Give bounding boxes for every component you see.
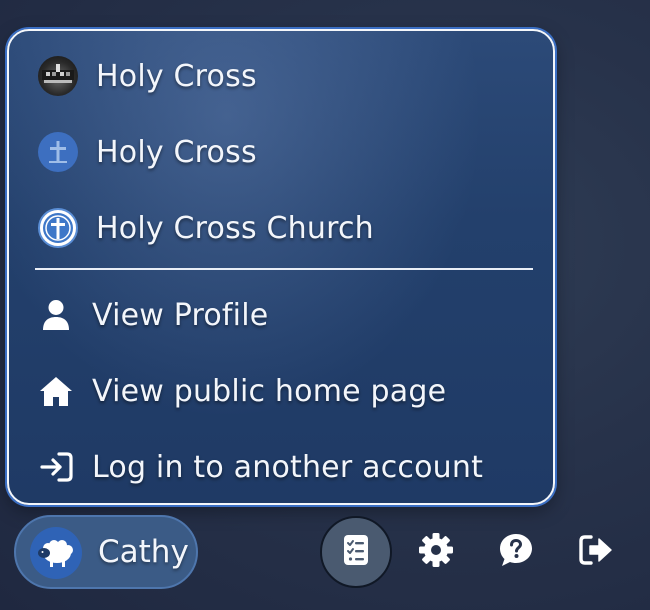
- user-menu-button[interactable]: Cathy: [14, 515, 198, 589]
- cross-circle-avatar: [38, 208, 78, 248]
- log-in-another-account-label: Log in to another account: [92, 449, 484, 485]
- log-in-another-account-item[interactable]: Log in to another account: [9, 437, 553, 497]
- help-button[interactable]: [486, 522, 546, 582]
- account-label: Holy Cross Church: [96, 210, 374, 246]
- account-item-holy-cross-2[interactable]: Holy Cross: [9, 122, 553, 182]
- account-item-holy-cross-church[interactable]: Holy Cross Church: [9, 198, 553, 258]
- view-public-home-page-label: View public home page: [92, 373, 447, 409]
- login-icon: [38, 449, 74, 485]
- checklist-icon: [343, 534, 369, 570]
- settings-button[interactable]: [406, 522, 466, 582]
- view-public-home-page-item[interactable]: View public home page: [9, 361, 553, 421]
- user-name: Cathy: [98, 534, 189, 570]
- logout-button[interactable]: [566, 522, 626, 582]
- view-profile-label: View Profile: [92, 297, 269, 333]
- account-item-holy-cross-1[interactable]: Holy Cross: [9, 46, 553, 106]
- home-icon: [38, 373, 74, 409]
- menu-divider: [35, 268, 533, 270]
- account-label: Holy Cross: [96, 134, 257, 170]
- church-photo-avatar: [38, 56, 78, 96]
- checklist-button[interactable]: [320, 516, 392, 588]
- view-profile-item[interactable]: View Profile: [9, 285, 553, 345]
- account-label: Holy Cross: [96, 58, 257, 94]
- account-switcher-menu: Holy Cross Holy Cross Holy Cross Church: [7, 29, 555, 505]
- sheep-avatar: [30, 527, 82, 579]
- help-icon: [498, 532, 534, 572]
- cross-blue-avatar: [38, 132, 78, 172]
- gear-icon: [418, 532, 454, 572]
- person-icon: [38, 297, 74, 333]
- logout-icon: [578, 534, 614, 570]
